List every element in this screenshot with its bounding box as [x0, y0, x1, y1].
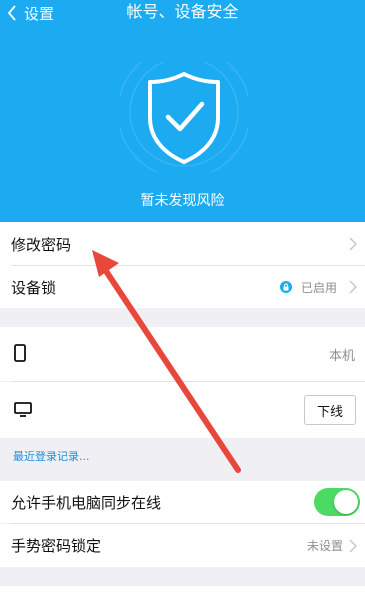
phone-icon — [14, 344, 26, 366]
lock-icon — [279, 281, 292, 293]
chevron-right-icon — [347, 538, 359, 554]
device-lock-label: 设备锁 — [11, 278, 57, 297]
shield-check-icon — [117, 45, 251, 179]
monitor-icon — [14, 402, 32, 421]
offline-button[interactable]: 下线 — [304, 395, 356, 425]
chevron-right-icon — [347, 236, 359, 252]
sync-online-label: 允许手机电脑同步在线 — [11, 493, 162, 512]
change-password-row[interactable]: 修改密码 — [0, 222, 365, 266]
gesture-lock-label: 手势密码锁定 — [11, 537, 102, 555]
device-lock-row[interactable]: 设备锁 已启用 — [0, 266, 365, 308]
chevron-right-icon — [347, 279, 359, 295]
page-title: 帐号、设备安全 — [126, 2, 239, 21]
device-row-phone: 本机 — [0, 327, 365, 381]
recent-logins-link[interactable]: 最近登录记录... — [13, 448, 90, 464]
device-lock-status: 已启用 — [300, 280, 337, 295]
partial-row — [0, 586, 365, 595]
gesture-lock-row[interactable]: 手势密码锁定 未设置 — [0, 524, 365, 567]
toggle-knob — [334, 490, 358, 514]
change-password-label: 修改密码 — [11, 235, 72, 254]
security-header: 设置 帐号、设备安全 暂未发现风险 — [0, 0, 365, 222]
current-device-label: 本机 — [328, 348, 355, 364]
sync-online-row: 允许手机电脑同步在线 — [0, 481, 365, 523]
risk-status-text: 暂未发现风险 — [140, 193, 225, 209]
gesture-lock-status: 未设置 — [306, 539, 343, 553]
sync-online-toggle[interactable] — [314, 488, 360, 516]
